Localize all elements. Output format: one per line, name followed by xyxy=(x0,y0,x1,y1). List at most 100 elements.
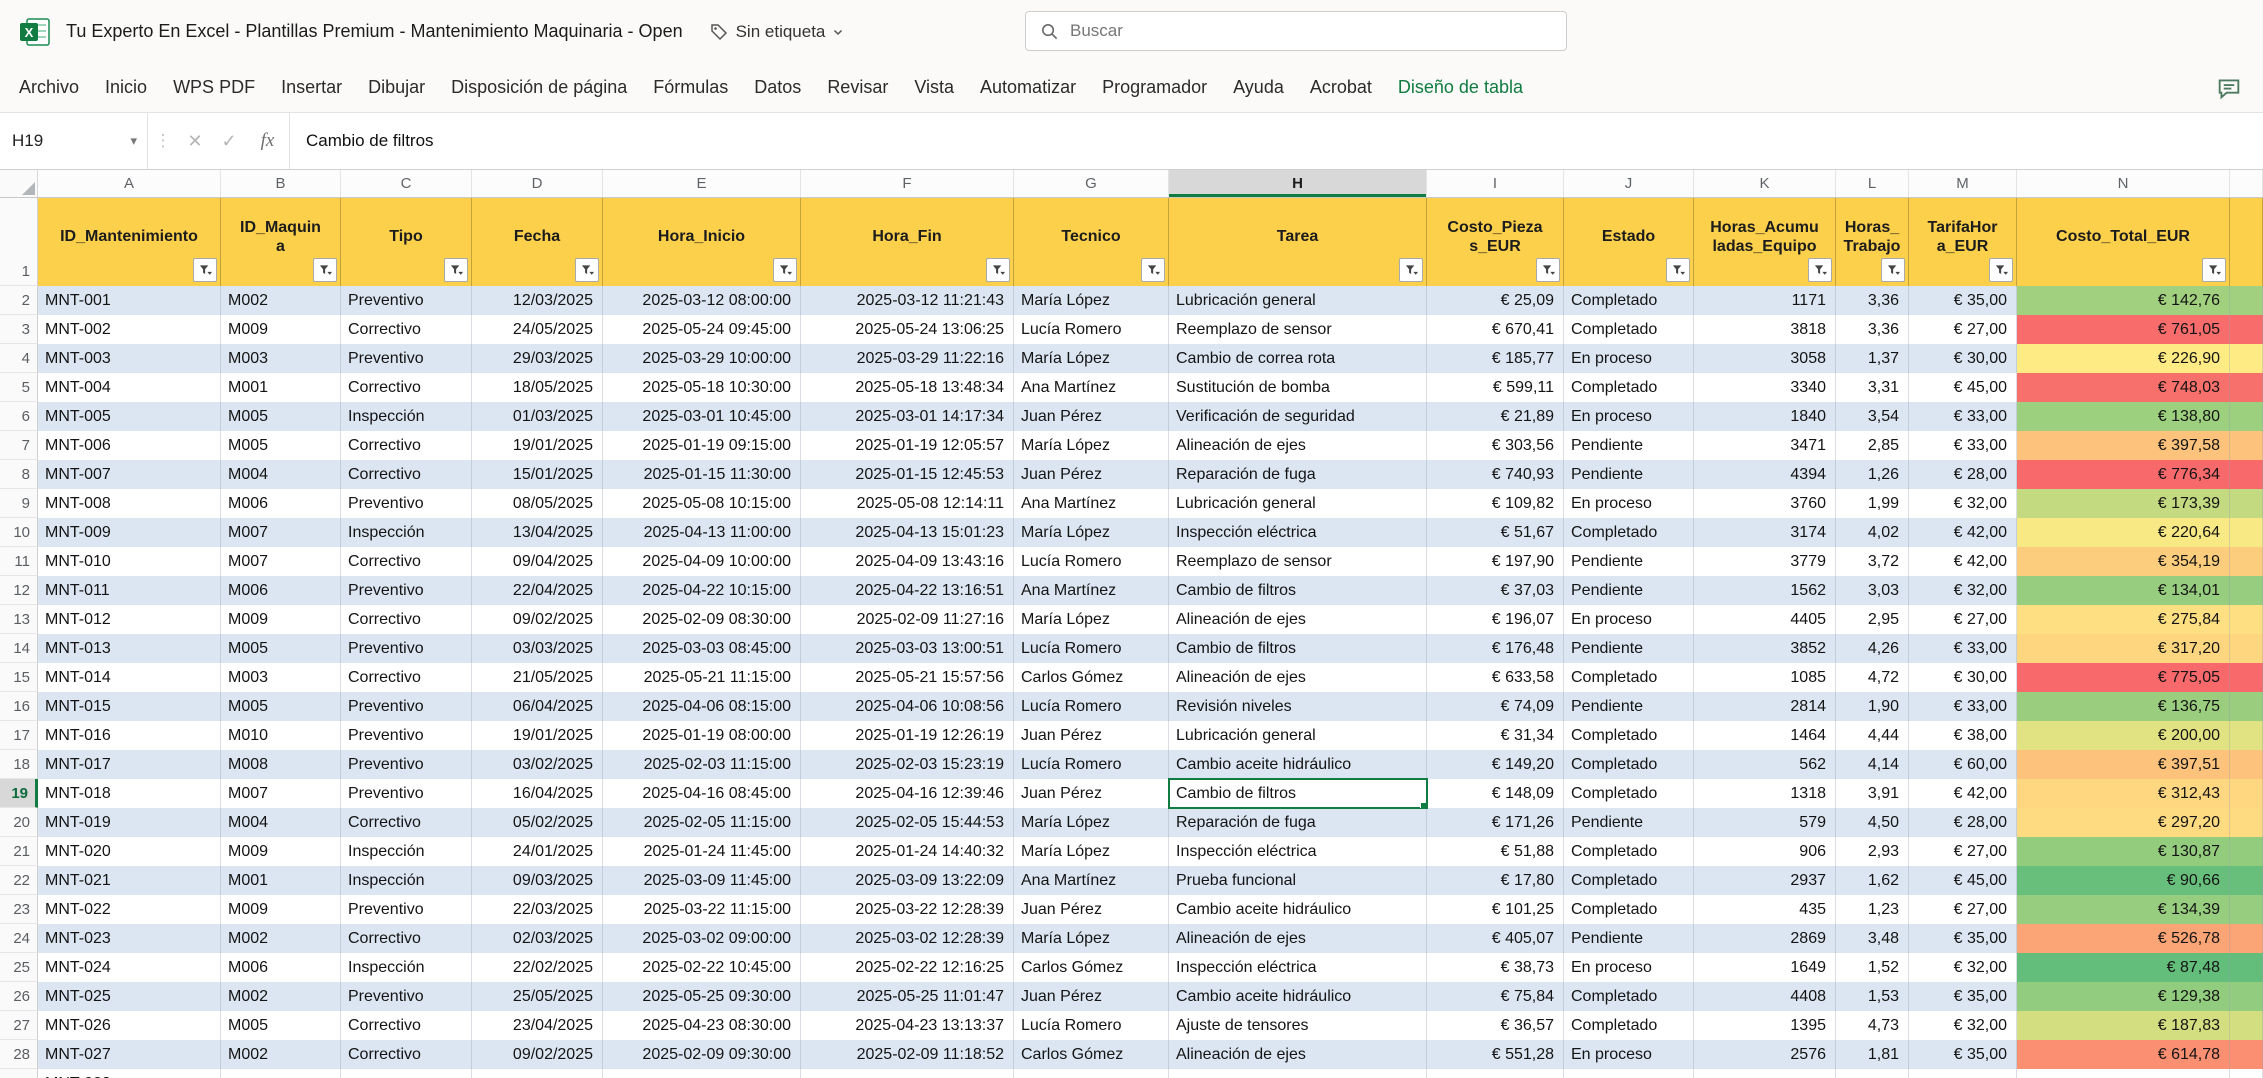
cell-L23[interactable]: 1,23 xyxy=(1836,895,1909,924)
cell-I14[interactable]: € 176,48 xyxy=(1427,634,1564,663)
cell-B26[interactable]: M002 xyxy=(221,982,341,1011)
cell-B16[interactable]: M005 xyxy=(221,692,341,721)
cell-H5[interactable]: Sustitución de bomba xyxy=(1169,373,1427,402)
cell-G12[interactable]: Ana Martínez xyxy=(1014,576,1169,605)
cell-N11[interactable]: € 354,19 xyxy=(2017,547,2230,576)
cell-E22[interactable]: 2025-03-09 11:45:00 xyxy=(603,866,801,895)
cell-B6[interactable]: M005 xyxy=(221,402,341,431)
cell-K3[interactable]: 3818 xyxy=(1694,315,1836,344)
cell-A13[interactable]: MNT-012 xyxy=(38,605,221,634)
cell-E17[interactable]: 2025-01-19 08:00:00 xyxy=(603,721,801,750)
column-header-overflow[interactable] xyxy=(2230,198,2263,286)
cell-E28[interactable]: 2025-02-09 09:30:00 xyxy=(603,1040,801,1069)
cell-A28[interactable]: MNT-027 xyxy=(38,1040,221,1069)
cell-I13[interactable]: € 196,07 xyxy=(1427,605,1564,634)
filter-button[interactable] xyxy=(1536,258,1560,282)
cell-C21[interactable]: Inspección xyxy=(341,837,472,866)
cell-partial[interactable] xyxy=(1427,1069,1564,1078)
cell-G25[interactable]: Carlos Gómez xyxy=(1014,953,1169,982)
cell-A11[interactable]: MNT-010 xyxy=(38,547,221,576)
cell-L15[interactable]: 4,72 xyxy=(1836,663,1909,692)
cell-E14[interactable]: 2025-03-03 08:45:00 xyxy=(603,634,801,663)
cell-I2[interactable]: € 25,09 xyxy=(1427,286,1564,315)
cell-D5[interactable]: 18/05/2025 xyxy=(472,373,603,402)
cell-H4[interactable]: Cambio de correa rota xyxy=(1169,344,1427,373)
menu-tab-fórmulas[interactable]: Fórmulas xyxy=(640,77,741,98)
cell-B12[interactable]: M006 xyxy=(221,576,341,605)
cell-K19[interactable]: 1318 xyxy=(1694,779,1836,808)
filter-button[interactable] xyxy=(2202,258,2226,282)
cell-partial[interactable] xyxy=(341,1069,472,1078)
cell-L13[interactable]: 2,95 xyxy=(1836,605,1909,634)
cell-I4[interactable]: € 185,77 xyxy=(1427,344,1564,373)
row-header-11[interactable]: 11 xyxy=(0,547,38,576)
cell-M19[interactable]: € 42,00 xyxy=(1909,779,2017,808)
cell-overflow-2[interactable] xyxy=(2230,286,2263,315)
cell-E9[interactable]: 2025-05-08 10:15:00 xyxy=(603,489,801,518)
column-header-Hora_Inicio[interactable]: Hora_Inicio xyxy=(603,198,801,286)
cell-F5[interactable]: 2025-05-18 13:48:34 xyxy=(801,373,1014,402)
row-header-24[interactable]: 24 xyxy=(0,924,38,953)
cell-N17[interactable]: € 200,00 xyxy=(2017,721,2230,750)
cell-N4[interactable]: € 226,90 xyxy=(2017,344,2230,373)
cell-N9[interactable]: € 173,39 xyxy=(2017,489,2230,518)
cell-F12[interactable]: 2025-04-22 13:16:51 xyxy=(801,576,1014,605)
cell-partial[interactable] xyxy=(1564,1069,1694,1078)
cell-E2[interactable]: 2025-03-12 08:00:00 xyxy=(603,286,801,315)
cell-partial[interactable] xyxy=(1694,1069,1836,1078)
menu-tab-inicio[interactable]: Inicio xyxy=(92,77,160,98)
cell-M11[interactable]: € 42,00 xyxy=(1909,547,2017,576)
cell-J21[interactable]: Completado xyxy=(1564,837,1694,866)
cell-N10[interactable]: € 220,64 xyxy=(2017,518,2230,547)
cell-L28[interactable]: 1,81 xyxy=(1836,1040,1909,1069)
cell-F27[interactable]: 2025-04-23 13:13:37 xyxy=(801,1011,1014,1040)
column-header-Estado[interactable]: Estado xyxy=(1564,198,1694,286)
column-header-letter-J[interactable]: J xyxy=(1564,170,1694,197)
cell-C3[interactable]: Correctivo xyxy=(341,315,472,344)
cell-H24[interactable]: Alineación de ejes xyxy=(1169,924,1427,953)
cell-J2[interactable]: Completado xyxy=(1564,286,1694,315)
cell-N15[interactable]: € 775,05 xyxy=(2017,663,2230,692)
cell-I20[interactable]: € 171,26 xyxy=(1427,808,1564,837)
cell-A22[interactable]: MNT-021 xyxy=(38,866,221,895)
cell-A20[interactable]: MNT-019 xyxy=(38,808,221,837)
filter-button[interactable] xyxy=(1399,258,1423,282)
cell-J14[interactable]: Pendiente xyxy=(1564,634,1694,663)
cell-L21[interactable]: 2,93 xyxy=(1836,837,1909,866)
cell-M12[interactable]: € 32,00 xyxy=(1909,576,2017,605)
column-header-letter-H[interactable]: H xyxy=(1169,170,1427,197)
cell-B21[interactable]: M009 xyxy=(221,837,341,866)
cell-E26[interactable]: 2025-05-25 09:30:00 xyxy=(603,982,801,1011)
cell-N25[interactable]: € 87,48 xyxy=(2017,953,2230,982)
cell-A9[interactable]: MNT-008 xyxy=(38,489,221,518)
cell-overflow-20[interactable] xyxy=(2230,808,2263,837)
formula-bar-handle-icon[interactable]: ⋮ xyxy=(148,113,178,169)
column-header-Hora_Fin[interactable]: Hora_Fin xyxy=(801,198,1014,286)
cell-D2[interactable]: 12/03/2025 xyxy=(472,286,603,315)
cell-H10[interactable]: Inspección eléctrica xyxy=(1169,518,1427,547)
cell-H21[interactable]: Inspección eléctrica xyxy=(1169,837,1427,866)
cell-I12[interactable]: € 37,03 xyxy=(1427,576,1564,605)
row-header-1[interactable]: 1 xyxy=(0,198,38,286)
cell-D18[interactable]: 03/02/2025 xyxy=(472,750,603,779)
cell-K25[interactable]: 1649 xyxy=(1694,953,1836,982)
cell-C6[interactable]: Inspección xyxy=(341,402,472,431)
cell-F20[interactable]: 2025-02-05 15:44:53 xyxy=(801,808,1014,837)
cell-A19[interactable]: MNT-018 xyxy=(38,779,221,808)
cell-overflow-17[interactable] xyxy=(2230,721,2263,750)
cell-I26[interactable]: € 75,84 xyxy=(1427,982,1564,1011)
cell-overflow-7[interactable] xyxy=(2230,431,2263,460)
cell-C24[interactable]: Correctivo xyxy=(341,924,472,953)
cell-F10[interactable]: 2025-04-13 15:01:23 xyxy=(801,518,1014,547)
cell-H3[interactable]: Reemplazo de sensor xyxy=(1169,315,1427,344)
cell-C22[interactable]: Inspección xyxy=(341,866,472,895)
cell-K2[interactable]: 1171 xyxy=(1694,286,1836,315)
row-header-7[interactable]: 7 xyxy=(0,431,38,460)
cell-N7[interactable]: € 397,58 xyxy=(2017,431,2230,460)
cell-N20[interactable]: € 297,20 xyxy=(2017,808,2230,837)
cell-partial[interactable] xyxy=(1836,1069,1909,1078)
row-header-17[interactable]: 17 xyxy=(0,721,38,750)
cell-G13[interactable]: María López xyxy=(1014,605,1169,634)
cell-A27[interactable]: MNT-026 xyxy=(38,1011,221,1040)
cell-D7[interactable]: 19/01/2025 xyxy=(472,431,603,460)
